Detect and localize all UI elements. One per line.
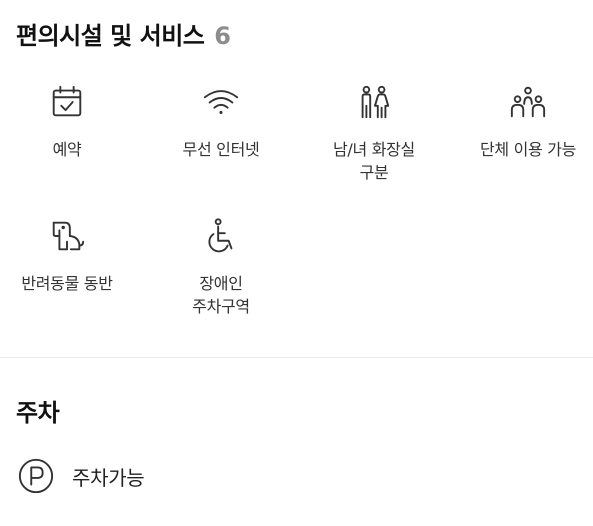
amenities-count: 6 (214, 22, 231, 50)
amenity-reservation: 예약 (0, 82, 141, 161)
amenity-group: 단체 이용 가능 (454, 82, 593, 161)
parking-info-row: 주차가능 (16, 456, 145, 496)
amenity-label: 예약 (53, 138, 82, 161)
amenity-label: 단체 이용 가능 (480, 138, 576, 161)
gender-restroom-icon (354, 82, 394, 122)
amenity-gender-restroom: 남/녀 화장실 구분 (300, 82, 448, 184)
amenity-label-line: 예약 (52, 140, 82, 159)
amenity-label-line: 남/녀 화장실 (333, 140, 415, 159)
parking-title: 주차 (16, 399, 60, 427)
amenity-wifi: 무선 인터넷 (147, 82, 295, 161)
wifi-icon (201, 82, 241, 122)
amenity-label-line: 반려동물 동반 (21, 274, 113, 293)
amenity-label: 반려동물 동반 (21, 272, 113, 295)
amenity-label: 무선 인터넷 (183, 138, 260, 161)
amenity-label-line: 무선 인터넷 (182, 140, 260, 159)
calendar-check-icon (47, 82, 87, 122)
amenity-label-line: 주차구역 (192, 297, 250, 316)
amenities-title-text: 편의시설 및 서비스 (16, 22, 205, 50)
parking-label: 주차가능 (72, 465, 145, 490)
amenity-label: 장애인 주차구역 (192, 272, 250, 318)
amenity-label: 남/녀 화장실 구분 (333, 138, 415, 184)
wheelchair-icon (201, 216, 241, 256)
dog-icon (47, 216, 87, 256)
amenity-label-line: 단체 이용 가능 (479, 140, 577, 159)
amenities-title: 편의시설 및 서비스 6 (16, 16, 231, 51)
amenity-accessible-parking: 장애인 주차구역 (147, 216, 295, 318)
amenities-panel: 편의시설 및 서비스 6 예약 무선 인터넷 남/녀 화장실 구분 단체 이용 … (0, 0, 593, 526)
group-people-icon (508, 82, 548, 122)
amenity-label-line: 구분 (359, 163, 389, 182)
amenity-pet: 반려동물 동반 (0, 216, 141, 295)
amenity-label-line: 장애인 (199, 274, 243, 293)
parking-icon (16, 456, 56, 496)
section-divider (0, 357, 593, 358)
